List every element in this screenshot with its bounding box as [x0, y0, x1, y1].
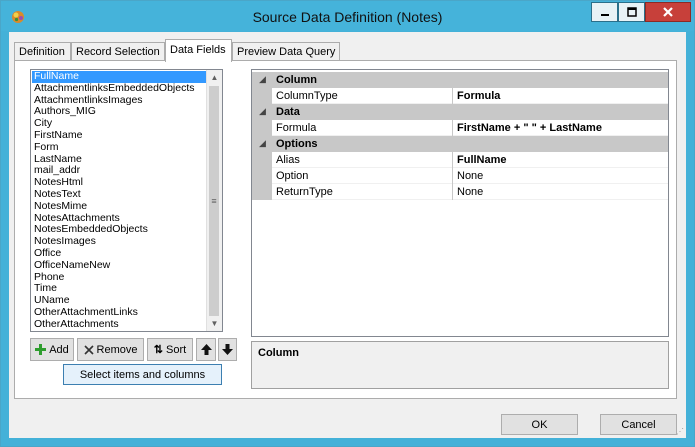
property-value[interactable]: FirstName + " " + LastName [457, 122, 602, 134]
data-fields-panel: FullName AttachmentlinksEmbeddedObjects … [14, 60, 677, 399]
sort-button-label: Sort [166, 343, 187, 356]
property-value[interactable]: Formula [457, 90, 500, 102]
category-label: Data [276, 106, 300, 118]
list-item[interactable]: Form [32, 142, 208, 154]
tab-preview-data-query[interactable]: Preview Data Query [232, 42, 340, 61]
dialog-body: Definition Record Selection Data Fields … [9, 32, 686, 438]
minimize-button[interactable] [591, 2, 618, 22]
list-item[interactable]: NotesHtml [32, 177, 208, 189]
property-name: ColumnType [276, 90, 338, 102]
list-item[interactable]: Authors_MIG [32, 106, 208, 118]
property-value[interactable]: None [457, 186, 483, 198]
add-button-label: Add [49, 343, 69, 356]
remove-button[interactable]: Remove [77, 338, 144, 361]
list-item[interactable]: Office [32, 248, 208, 260]
fields-list: FullName AttachmentlinksEmbeddedObjects … [32, 71, 208, 331]
list-item[interactable]: UName [32, 295, 208, 307]
list-item[interactable]: OfficeNameNew [32, 260, 208, 272]
dialog-window: Source Data Definition (Notes) Definitio… [0, 0, 695, 447]
list-item[interactable]: AttachmentlinksImages [32, 95, 208, 107]
cancel-button[interactable]: Cancel [600, 414, 677, 435]
list-item[interactable]: OtherAttachments [32, 319, 208, 331]
category-label: Options [276, 138, 318, 150]
add-button[interactable]: Add [30, 338, 74, 361]
collapse-icon[interactable]: ◢ [259, 74, 266, 85]
select-items-button[interactable]: Select items and columns [63, 364, 222, 385]
tab-record-selection[interactable]: Record Selection [71, 42, 165, 61]
list-item[interactable]: LastName [32, 154, 208, 166]
collapse-icon[interactable]: ◢ [259, 106, 266, 117]
property-value[interactable]: FullName [457, 154, 507, 166]
list-item[interactable]: NotesEmbeddedObjects [32, 224, 208, 236]
property-help-panel: Column [251, 341, 669, 389]
category-data[interactable]: ◢ Data [252, 104, 668, 120]
maximize-icon [626, 7, 637, 17]
fields-listbox[interactable]: FullName AttachmentlinksEmbeddedObjects … [30, 69, 223, 332]
list-item[interactable]: Phone [32, 272, 208, 284]
remove-button-label: Remove [96, 343, 138, 356]
tab-definition[interactable]: Definition [14, 42, 71, 61]
sort-button[interactable]: ⇅ Sort [147, 338, 193, 361]
title-bar[interactable]: Source Data Definition (Notes) [1, 1, 694, 31]
property-row-columntype[interactable]: ColumnType Formula [252, 88, 668, 104]
maximize-button[interactable] [618, 2, 645, 22]
resize-grip-icon[interactable]: ⋰ [676, 427, 684, 436]
list-item[interactable]: NotesMime [32, 201, 208, 213]
minimize-icon [600, 14, 609, 16]
category-column[interactable]: ◢ Column [252, 72, 668, 88]
scroll-up-icon[interactable]: ▲ [207, 70, 222, 85]
property-row-returntype[interactable]: ReturnType None [252, 184, 668, 200]
move-up-button[interactable] [196, 338, 216, 361]
property-name: Alias [276, 154, 300, 166]
list-item[interactable]: NotesText [32, 189, 208, 201]
list-item[interactable]: FirstName [32, 130, 208, 142]
property-row-option[interactable]: Option None [252, 168, 668, 184]
sort-icon: ⇅ [153, 344, 164, 356]
list-item[interactable]: City [32, 118, 208, 130]
list-item[interactable]: NotesAttachments [32, 213, 208, 225]
tab-data-fields[interactable]: Data Fields [165, 39, 232, 62]
help-title: Column [258, 347, 299, 359]
property-name: ReturnType [276, 186, 333, 198]
property-row-alias[interactable]: Alias FullName [252, 152, 668, 168]
list-item[interactable]: mail_addr [32, 165, 208, 177]
arrow-down-icon [222, 344, 233, 355]
list-scrollbar[interactable]: ▲ ≡ ▼ [206, 70, 222, 331]
property-grid[interactable]: ◢ Column ColumnType Formula ◢ Data Formu… [251, 69, 669, 337]
arrow-up-icon [200, 344, 212, 355]
scroll-down-icon[interactable]: ▼ [207, 316, 222, 331]
move-down-button[interactable] [218, 338, 237, 361]
property-name: Formula [276, 122, 317, 134]
close-button[interactable] [645, 2, 691, 22]
list-item[interactable]: Time [32, 283, 208, 295]
category-label: Column [276, 74, 317, 86]
plus-icon [35, 344, 47, 355]
ok-button[interactable]: OK [501, 414, 578, 435]
list-item[interactable]: OtherAttachmentLinks [32, 307, 208, 319]
category-options[interactable]: ◢ Options [252, 136, 668, 152]
x-icon [83, 344, 94, 355]
list-item[interactable]: AttachmentlinksEmbeddedObjects [32, 83, 208, 95]
list-item-selected[interactable]: FullName [32, 71, 208, 83]
property-value[interactable]: None [457, 170, 483, 182]
property-row-formula[interactable]: Formula FirstName + " " + LastName [252, 120, 668, 136]
property-name: Option [276, 170, 309, 182]
close-icon [663, 7, 673, 17]
scroll-thumb[interactable]: ≡ [209, 86, 219, 316]
collapse-icon[interactable]: ◢ [259, 138, 266, 149]
list-item[interactable]: NotesImages [32, 236, 208, 248]
